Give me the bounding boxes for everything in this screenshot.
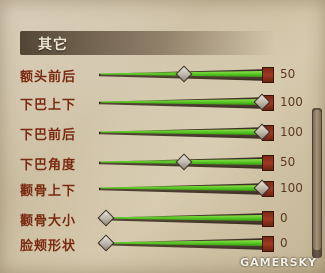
slider-label: 下巴角度	[20, 158, 77, 173]
slider-value: 100	[280, 95, 303, 109]
slider-label: 下巴上下	[20, 98, 77, 113]
watermark: GAMERSKY	[240, 256, 317, 269]
slider-value: 50	[280, 67, 296, 81]
slider-row-chin-angle: 下巴角度 50	[0, 152, 310, 174]
slider-row-chin-height: 下巴上下 100	[0, 92, 310, 114]
section-header: 其它	[20, 31, 275, 55]
slider-label: 额头前后	[20, 70, 77, 85]
character-customization-panel: 其它 额头前后 50 下巴上下 100 下巴前后 100 下巴角度 50 颧骨上…	[0, 0, 325, 273]
slider-value: 50	[280, 155, 296, 169]
slider-end-cap	[262, 155, 274, 171]
slider-handle[interactable]	[97, 234, 115, 252]
slider-handle[interactable]	[175, 153, 193, 171]
slider-row-cheekbone-size: 颧骨大小 0	[0, 208, 310, 230]
scrollbar-thumb[interactable]	[313, 110, 321, 250]
slider-handle[interactable]	[97, 209, 115, 227]
slider-label: 颧骨上下	[20, 184, 77, 199]
slider-value: 0	[280, 211, 288, 225]
slider-end-cap	[262, 67, 274, 83]
slider-row-cheekbone-height: 颧骨上下 100	[0, 178, 310, 200]
slider-value: 0	[280, 236, 288, 250]
slider-row-cheek-shape: 脸颊形状 0	[0, 233, 310, 255]
slider-value: 100	[280, 125, 303, 139]
slider-end-cap	[262, 211, 274, 227]
slider-row-chin-depth: 下巴前后 100	[0, 122, 310, 144]
slider-label: 脸颊形状	[20, 239, 77, 254]
slider-row-forehead-depth: 额头前后 50	[0, 64, 310, 86]
slider-handle[interactable]	[175, 65, 193, 83]
slider-value: 100	[280, 181, 303, 195]
scrollbar[interactable]	[312, 108, 322, 258]
section-title: 其它	[38, 37, 68, 53]
slider-end-cap	[262, 236, 274, 252]
slider-label: 下巴前后	[20, 128, 77, 143]
slider-label: 颧骨大小	[20, 214, 77, 229]
